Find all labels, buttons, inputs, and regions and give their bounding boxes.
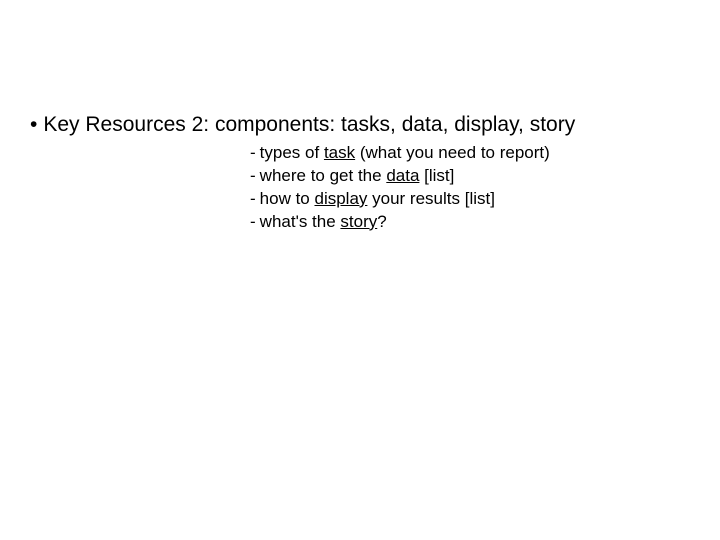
sub-list: -types of task (what you need to report)… xyxy=(250,142,550,234)
dash-icon: - xyxy=(250,143,256,162)
dash-icon: - xyxy=(250,189,256,208)
sub-post: your results [list] xyxy=(367,189,495,208)
list-item: -types of task (what you need to report) xyxy=(250,142,550,165)
list-item: -where to get the data [list] xyxy=(250,165,550,188)
sub-pre: types of xyxy=(260,143,324,162)
slide: • Key Resources 2: components: tasks, dat… xyxy=(0,0,720,540)
sub-pre: what's the xyxy=(260,212,341,231)
sub-underline: display xyxy=(314,189,367,208)
sub-underline: story xyxy=(340,212,377,231)
bullet-dot-icon: • xyxy=(30,112,37,137)
sub-pre: how to xyxy=(260,189,315,208)
main-bullet: • Key Resources 2: components: tasks, dat… xyxy=(30,112,575,137)
dash-icon: - xyxy=(250,212,256,231)
sub-post: ? xyxy=(377,212,386,231)
sub-underline: task xyxy=(324,143,355,162)
list-item: -what's the story? xyxy=(250,211,550,234)
sub-underline: data xyxy=(386,166,419,185)
sub-post: [list] xyxy=(419,166,454,185)
main-bullet-text: Key Resources 2: components: tasks, data… xyxy=(43,113,575,136)
sub-post: (what you need to report) xyxy=(355,143,550,162)
list-item: -how to display your results [list] xyxy=(250,188,550,211)
dash-icon: - xyxy=(250,166,256,185)
sub-pre: where to get the xyxy=(260,166,387,185)
